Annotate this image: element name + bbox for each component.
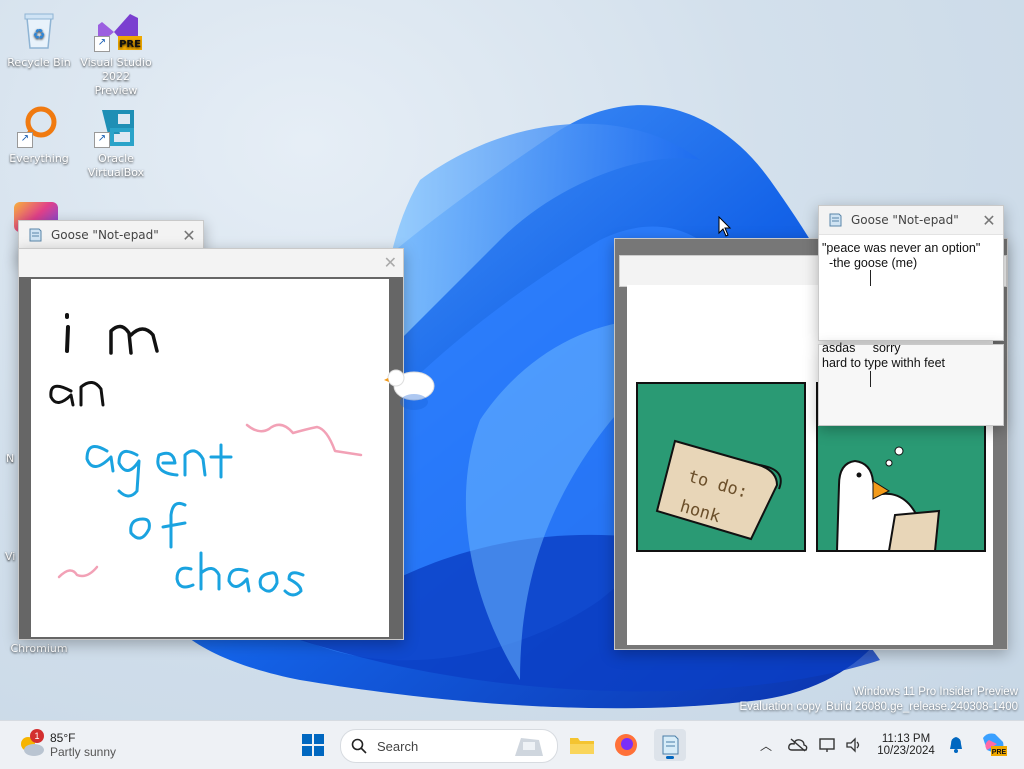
weather-notification-badge: 1 bbox=[30, 729, 44, 743]
window-titlebar[interactable]: Goose "Not-epad" ✕ bbox=[19, 221, 203, 250]
copilot-icon: PRE bbox=[983, 733, 1007, 756]
note-textarea[interactable]: "peace was never an option" -the goose (… bbox=[819, 235, 1003, 277]
notepad-app-icon bbox=[662, 735, 679, 755]
notepad-app-icon bbox=[29, 228, 42, 242]
desktop-icon-label: Visual Studio 2022 Preview bbox=[80, 56, 152, 97]
shortcut-arrow-icon: ↗ bbox=[94, 132, 110, 148]
windows-logo-icon bbox=[302, 734, 324, 756]
notepad-app-icon bbox=[829, 213, 842, 227]
svg-text:♻: ♻ bbox=[33, 27, 46, 43]
note-textarea[interactable]: asdas sorry hard to type withh feet bbox=[822, 341, 945, 371]
visual-studio-icon: PRE ↗ bbox=[94, 8, 142, 52]
desktop-icon-label: Chromium bbox=[10, 642, 68, 655]
network-icon bbox=[819, 738, 835, 752]
close-icon[interactable]: ✕ bbox=[175, 221, 203, 249]
chevron-up-icon: ︿ bbox=[759, 738, 772, 753]
text-caret bbox=[870, 371, 871, 387]
speaker-icon bbox=[846, 737, 860, 753]
window-titlebar[interactable]: Goose "Not-epad" ✕ bbox=[819, 206, 1003, 235]
watermark-edition: Windows 11 Pro Insider Preview bbox=[853, 686, 1018, 698]
desktop-goose[interactable] bbox=[384, 362, 440, 414]
search-highlight-icon bbox=[515, 738, 543, 756]
desktop-icon-label: Oracle VirtualBox bbox=[87, 152, 145, 179]
weather-temp: 85°F bbox=[50, 731, 76, 745]
partial-icon-label: Vi bbox=[5, 550, 16, 563]
cloud-offline-icon bbox=[788, 738, 808, 752]
clock-time: 11:13 PM bbox=[881, 733, 931, 745]
desktop-icon-visual-studio[interactable]: PRE ↗ Visual Studio 2022 Preview bbox=[80, 8, 152, 98]
recycle-bin-icon: ♻ bbox=[17, 8, 61, 52]
svg-text:PRE: PRE bbox=[992, 749, 1007, 756]
close-icon[interactable]: ✕ bbox=[975, 206, 1003, 234]
desktop-icon-everything[interactable]: ↗ Everything bbox=[3, 104, 75, 166]
desktop-icon-label: Recycle Bin bbox=[7, 56, 71, 69]
clock-date: 10/23/2024 bbox=[877, 745, 935, 757]
clock[interactable]: 11:13 PM 10/23/2024 bbox=[872, 727, 940, 763]
firefox-icon bbox=[615, 734, 637, 756]
partial-icon-label: N bbox=[6, 452, 15, 465]
taskbar: 1 85°F Partly sunny Search ︿ 11:13 PM 10… bbox=[0, 720, 1024, 769]
note-window-bottom[interactable]: asdas sorry hard to type withh feet bbox=[818, 341, 1004, 426]
onedrive-status[interactable] bbox=[786, 733, 810, 757]
shortcut-arrow-icon: ↗ bbox=[94, 36, 110, 52]
text-caret bbox=[870, 270, 871, 286]
start-button[interactable] bbox=[297, 729, 329, 761]
desktop-icon-recycle-bin[interactable]: ♻ Recycle Bin bbox=[3, 8, 75, 70]
drawing-window-titlebar[interactable]: ✕ bbox=[19, 249, 403, 277]
taskbar-search[interactable]: Search bbox=[340, 729, 558, 763]
search-icon bbox=[351, 738, 367, 754]
notepad-taskbar-button[interactable] bbox=[654, 729, 686, 761]
desktop: ♻ Recycle Bin PRE ↗ Visual Studio 2022 P… bbox=[0, 0, 1024, 720]
svg-text:PRE: PRE bbox=[119, 39, 141, 50]
folder-icon bbox=[570, 738, 594, 754]
show-hidden-icons-button[interactable]: ︿ bbox=[756, 733, 776, 757]
weather-widget[interactable]: 1 85°F Partly sunny bbox=[16, 727, 146, 763]
volume-control[interactable] bbox=[842, 733, 866, 757]
notifications-button[interactable] bbox=[944, 733, 968, 757]
firefox-button[interactable] bbox=[610, 729, 642, 761]
window-title: Goose "Not-epad" bbox=[851, 213, 959, 227]
file-explorer-button[interactable] bbox=[566, 729, 598, 761]
desktop-icon-oracle-virtualbox[interactable]: ↗ Oracle VirtualBox bbox=[80, 104, 152, 180]
network-status[interactable] bbox=[816, 733, 840, 757]
close-icon[interactable]: ✕ bbox=[384, 253, 397, 272]
running-indicator bbox=[666, 756, 674, 759]
window-title: Goose "Not-epad" bbox=[51, 228, 159, 242]
note-window-top[interactable]: Goose "Not-epad" ✕ "peace was never an o… bbox=[818, 205, 1004, 341]
shortcut-arrow-icon: ↗ bbox=[17, 132, 33, 148]
everything-icon: ↗ bbox=[17, 104, 61, 148]
watermark-build: Evaluation copy. Build 26080.ge_release.… bbox=[739, 701, 1018, 713]
mouse-cursor-icon bbox=[718, 216, 732, 237]
drawing-window[interactable]: ✕ bbox=[18, 248, 404, 640]
copilot-button[interactable]: PRE bbox=[978, 729, 1008, 759]
search-placeholder: Search bbox=[377, 738, 419, 754]
bell-icon bbox=[950, 737, 962, 753]
desktop-icon-label: Everything bbox=[9, 152, 69, 165]
virtualbox-icon: ↗ bbox=[94, 104, 138, 148]
drawing-canvas[interactable] bbox=[31, 279, 389, 637]
weather-desc: Partly sunny bbox=[50, 745, 117, 759]
